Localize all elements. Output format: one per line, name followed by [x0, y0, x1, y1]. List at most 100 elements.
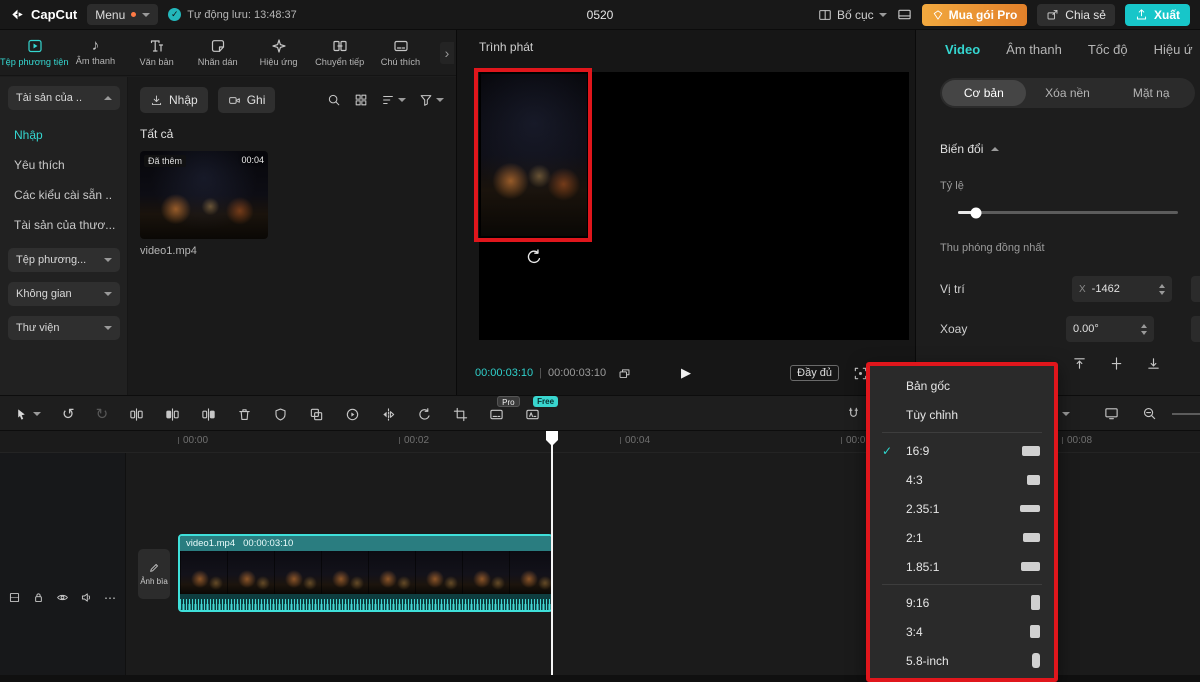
- tab-audio[interactable]: ♪ Âm thanh: [65, 38, 126, 67]
- captions-pro-tool[interactable]: Pro: [489, 407, 504, 422]
- delete-icon[interactable]: [237, 407, 252, 422]
- ratio-option-2-1[interactable]: 2:1: [870, 523, 1054, 552]
- ratio-option-9-16[interactable]: 9:16: [870, 588, 1054, 617]
- panel-toggle-icon[interactable]: [897, 7, 912, 22]
- crop-icon[interactable]: [453, 407, 468, 422]
- position-y-field-cut[interactable]: [1191, 276, 1200, 302]
- total-time: 00:00:03:10: [548, 367, 606, 379]
- tab-transitions[interactable]: Chuyển tiếp: [309, 38, 370, 68]
- search-icon[interactable]: [327, 93, 341, 107]
- share-button[interactable]: Chia sẻ: [1037, 4, 1115, 26]
- preview-canvas[interactable]: [479, 72, 909, 340]
- overlay-icon[interactable]: [309, 407, 324, 422]
- tab-media-files[interactable]: Tệp phương tiện: [4, 38, 65, 68]
- ratio-option-original[interactable]: Bản gốc: [870, 371, 1054, 400]
- preview-video[interactable]: [481, 74, 587, 236]
- ratio-option-4-3[interactable]: 4:3: [870, 465, 1054, 494]
- tab-stickers[interactable]: Nhãn dán: [187, 38, 248, 68]
- ratio-option-5-8-inch[interactable]: 5.8-inch: [870, 646, 1054, 675]
- media-item-video1[interactable]: Đã thêm 00:04 video1.mp4: [140, 151, 268, 257]
- playhead[interactable]: [551, 431, 553, 675]
- slider-handle[interactable]: [970, 207, 981, 218]
- align-top-icon[interactable]: [1072, 356, 1087, 371]
- video-clip[interactable]: video1.mp4 00:00:03:10: [178, 534, 553, 612]
- position-x-stepper[interactable]: [1159, 284, 1165, 295]
- sidebar-item-brand-assets[interactable]: Tài sản của thươ...: [8, 210, 119, 240]
- tab-audio-props[interactable]: Âm thanh: [1006, 42, 1062, 57]
- sidebar-item-favorites[interactable]: Yêu thích: [8, 150, 119, 180]
- zoom-slider[interactable]: [1172, 413, 1200, 415]
- align-center-icon[interactable]: [1109, 356, 1124, 371]
- capcut-app: CapCut Menu ✓ Tự động lưu: 13:48:37 0520…: [0, 0, 1200, 675]
- rotate-extra-cut[interactable]: [1191, 316, 1200, 342]
- split-icon[interactable]: [129, 407, 144, 422]
- tab-effects[interactable]: Hiệu ứng: [248, 38, 309, 68]
- sidebar-item-import[interactable]: Nhập: [8, 120, 119, 150]
- subtab-basic[interactable]: Cơ bản: [942, 80, 1026, 106]
- sidebar-my-assets-button[interactable]: Tài sản của ..: [8, 86, 120, 110]
- record-button[interactable]: Ghi: [218, 87, 276, 113]
- rotate-icon[interactable]: [417, 407, 432, 422]
- filter-button[interactable]: [419, 93, 444, 107]
- menu-button[interactable]: Menu: [87, 4, 158, 25]
- transform-section-header[interactable]: Biến đổi: [940, 142, 999, 156]
- undo-button[interactable]: ↺: [62, 407, 75, 422]
- subtab-mask[interactable]: Mặt nạ: [1109, 80, 1193, 106]
- magnet-snap-icon[interactable]: [846, 406, 861, 421]
- pencil-icon: [148, 562, 160, 574]
- ratio-option-1-85-1[interactable]: 1.85:1: [870, 552, 1054, 581]
- speed-icon[interactable]: [345, 407, 360, 422]
- sidebar-spaces-dropdown[interactable]: Không gian: [8, 282, 120, 306]
- cover-button[interactable]: Ảnh bìa: [138, 549, 170, 599]
- sequence-icon[interactable]: [618, 367, 631, 380]
- full-preview-button[interactable]: Đầy đủ: [790, 365, 839, 381]
- ratio-option-2-35-1[interactable]: 2.35:1: [870, 494, 1054, 523]
- play-button[interactable]: ▶: [681, 365, 691, 381]
- lock-icon[interactable]: [32, 591, 45, 604]
- filter-icon: [419, 93, 433, 107]
- tab-video[interactable]: Video: [945, 42, 980, 57]
- track-frame-icon[interactable]: [8, 591, 21, 604]
- layout-button[interactable]: Bố cục: [818, 8, 887, 22]
- buy-pro-button[interactable]: Mua gói Pro: [922, 4, 1028, 26]
- scale-slider[interactable]: [958, 211, 1178, 214]
- export-button[interactable]: Xuất: [1125, 4, 1190, 26]
- media-thumbnail[interactable]: Đã thêm 00:04: [140, 151, 268, 239]
- sidebar-item-presets[interactable]: Các kiểu cài sẵn ..: [8, 180, 119, 210]
- ratio-option-3-4[interactable]: 3:4: [870, 617, 1054, 646]
- ratio-option-16-9[interactable]: ✓ 16:9: [870, 436, 1054, 465]
- more-options-icon[interactable]: ⋯: [104, 592, 116, 604]
- redo-button[interactable]: ↻: [96, 407, 109, 422]
- filter-all-label[interactable]: Tất cả: [140, 127, 444, 141]
- speaker-icon[interactable]: [80, 591, 93, 604]
- delete-left-icon[interactable]: [165, 407, 180, 422]
- preview-axis-icon[interactable]: [1104, 406, 1119, 421]
- align-bottom-icon[interactable]: [1146, 356, 1161, 371]
- delete-right-icon[interactable]: [201, 407, 216, 422]
- sidebar-media-dropdown[interactable]: Tệp phương...: [8, 248, 120, 272]
- eye-icon[interactable]: [56, 591, 69, 604]
- tab-effects-props[interactable]: Hiệu ứ: [1154, 42, 1193, 57]
- autocaption-free-tool[interactable]: Free: [525, 407, 540, 422]
- check-icon: ✓: [882, 444, 892, 458]
- shield-icon[interactable]: [273, 407, 288, 422]
- zoom-out-icon[interactable]: [1142, 406, 1157, 421]
- ratio-option-custom[interactable]: Tùy chỉnh: [870, 400, 1054, 429]
- sort-button[interactable]: [381, 93, 406, 107]
- ratio-5-8-inch-icon: [1032, 653, 1040, 668]
- rotate-stepper[interactable]: [1141, 324, 1147, 335]
- tab-speed[interactable]: Tốc độ: [1088, 42, 1128, 57]
- chevron-down-icon[interactable]: [1062, 412, 1070, 416]
- rotate-handle-icon[interactable]: [525, 248, 543, 266]
- tab-text[interactable]: Văn bản: [126, 38, 187, 68]
- import-button[interactable]: Nhập: [140, 87, 208, 113]
- position-x-field[interactable]: X -1462: [1072, 276, 1172, 302]
- rotate-field[interactable]: 0.00°: [1066, 316, 1154, 342]
- select-tool-button[interactable]: [14, 407, 41, 422]
- grid-view-icon[interactable]: [354, 93, 368, 107]
- tab-captions[interactable]: Chú thích: [370, 38, 431, 68]
- mirror-icon[interactable]: [381, 407, 396, 422]
- expand-tabs-button[interactable]: ›: [440, 42, 454, 64]
- sidebar-library-dropdown[interactable]: Thư viện: [8, 316, 120, 340]
- subtab-remove-bg[interactable]: Xóa nền: [1026, 80, 1110, 106]
